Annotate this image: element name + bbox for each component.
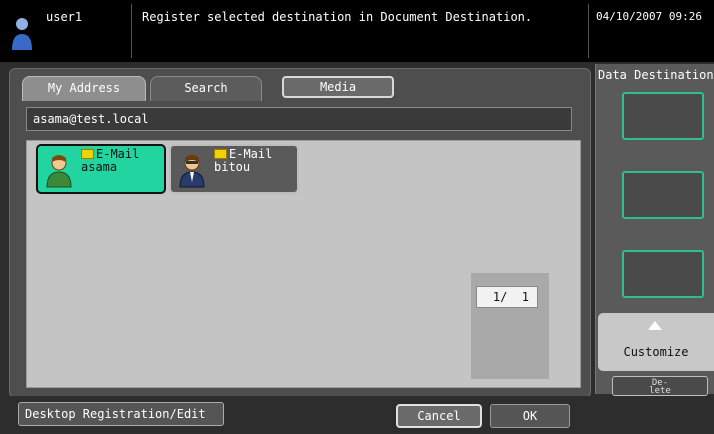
header-bar: user1 Register selected destination in D…	[0, 0, 714, 62]
mail-icon	[214, 148, 227, 159]
destination-slot-3[interactable]	[622, 250, 704, 298]
media-button[interactable]: Media	[282, 76, 394, 98]
header-message: Register selected destination in Documen…	[142, 10, 533, 24]
destination-name: asama	[81, 160, 118, 174]
destination-type-label: E-Mail	[96, 147, 140, 161]
ok-button[interactable]: OK	[490, 404, 570, 428]
person-icon	[46, 155, 72, 188]
data-destination-title: Data Destination	[598, 68, 714, 82]
destination-card-asama[interactable]: E-Mail asama	[36, 144, 166, 194]
user-name: user1	[46, 10, 83, 24]
destination-card-bitou[interactable]: E-Mail bitou	[169, 144, 299, 194]
tab-search[interactable]: Search	[150, 76, 262, 101]
customize-label: Customize	[623, 345, 689, 359]
header-divider	[131, 4, 132, 58]
header-datetime: 04/10/2007 09:26	[596, 10, 702, 23]
address-field[interactable]: asama@test.local	[26, 107, 572, 131]
mail-icon	[81, 148, 94, 159]
delete-button[interactable]: De- lete	[612, 376, 708, 396]
cancel-button[interactable]: Cancel	[396, 404, 482, 428]
person-icon	[179, 155, 205, 188]
destination-slot-2[interactable]	[622, 171, 704, 219]
up-arrow-icon	[648, 321, 662, 330]
tab-my-address[interactable]: My Address	[22, 76, 146, 101]
header-divider	[588, 4, 589, 58]
page-indicator: 1/ 1	[476, 286, 538, 308]
user-avatar-icon	[12, 18, 32, 50]
destination-type-label: E-Mail	[229, 147, 273, 161]
customize-button[interactable]: Customize	[598, 313, 714, 371]
destination-slot-1[interactable]	[622, 92, 704, 140]
destination-name: bitou	[214, 160, 251, 174]
desktop-registration-button[interactable]: Desktop Registration/Edit	[18, 402, 224, 426]
